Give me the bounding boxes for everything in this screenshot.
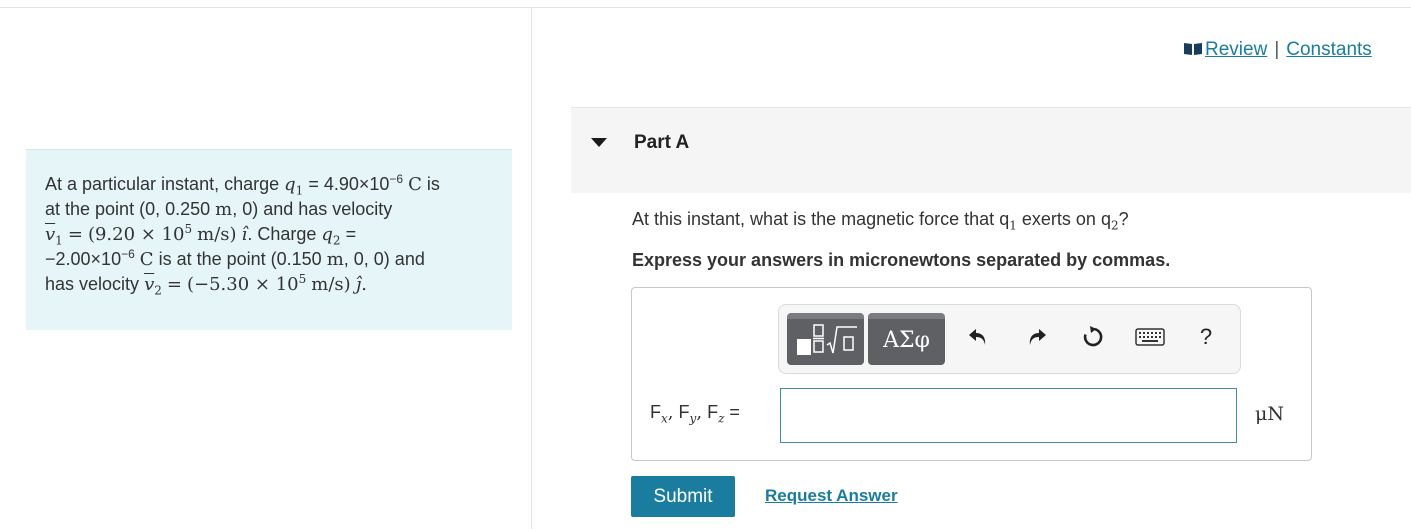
answer-container: ΑΣφ ? Fx, Fy, Fz = μN — [631, 287, 1312, 461]
help-button[interactable]: ? — [1192, 323, 1220, 351]
review-link[interactable]: Review — [1205, 39, 1267, 60]
problem-line-1: At a particular instant, charge q1 = 4.9… — [45, 172, 440, 198]
part-a-header[interactable]: Part A — [571, 107, 1411, 193]
problem-statement: At a particular instant, charge q1 = 4.9… — [26, 149, 512, 330]
math-toolbar: ΑΣφ ? — [778, 304, 1241, 374]
unit-label: μN — [1255, 403, 1284, 425]
problem-line-5: has velocity v2 = (−5.30 × 105 m/s) ȷ̂. — [45, 272, 368, 298]
undo-icon[interactable] — [964, 323, 992, 351]
request-answer-link[interactable]: Request Answer — [765, 486, 898, 506]
redo-icon[interactable] — [1023, 323, 1051, 351]
question-text: At this instant, what is the magnetic fo… — [632, 209, 1129, 233]
collapse-caret-icon[interactable] — [591, 138, 607, 147]
problem-line-4: −2.00×10−6 C is at the point (0.150 m, 0… — [45, 247, 425, 270]
submit-button[interactable]: Submit — [631, 476, 735, 517]
book-icon — [1183, 40, 1203, 55]
instruction-text: Express your answers in micronewtons sep… — [632, 250, 1171, 270]
templates-button[interactable] — [787, 313, 864, 365]
greek-symbols-button[interactable]: ΑΣφ — [868, 313, 945, 365]
constants-link[interactable]: Constants — [1286, 39, 1372, 60]
reset-icon[interactable] — [1079, 323, 1107, 351]
problem-line-2: at the point (0, 0.250 m, 0) and has vel… — [45, 199, 393, 220]
column-divider — [531, 8, 532, 529]
top-border — [0, 7, 1411, 8]
answer-input[interactable] — [780, 388, 1237, 443]
part-title: Part A — [634, 132, 690, 153]
answer-label: Fx, Fy, Fz = — [650, 402, 740, 426]
problem-line-3: v1 = (9.20 × 105 m/s) ı̂. Charge q2 = — [45, 222, 357, 248]
keyboard-icon[interactable] — [1133, 323, 1167, 351]
header-links: Review | Constants — [1183, 39, 1372, 61]
